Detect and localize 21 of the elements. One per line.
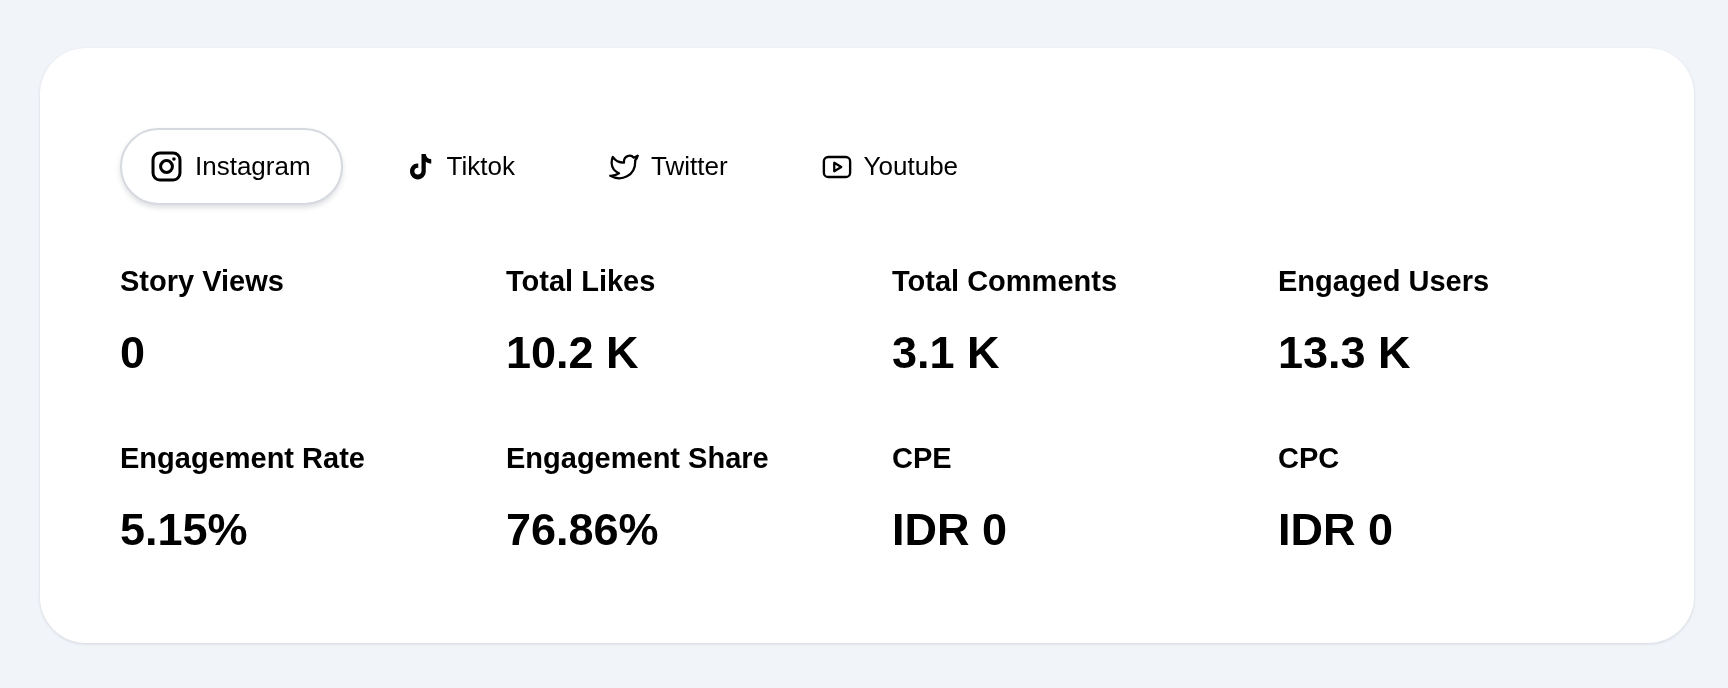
platform-tab[interactable]: Youtube: [791, 128, 991, 205]
metric-value: 10.2 K: [506, 327, 640, 379]
metric-value: 13.3 K: [1278, 327, 1412, 379]
metric-label: Engagement Share: [506, 441, 770, 475]
metric-label: Engaged Users: [1278, 264, 1491, 298]
platform-tab[interactable]: Instagram: [120, 128, 343, 205]
metric-label: Total Comments: [892, 264, 1119, 298]
camera-icon: [150, 150, 183, 183]
metric-label: Story Views: [120, 264, 285, 298]
metric-label: CPE: [892, 441, 953, 475]
platform-tab[interactable]: Tiktok: [374, 128, 547, 205]
metric-value: 76.86%: [506, 504, 660, 556]
metric-value: 5.15%: [120, 504, 249, 556]
metric-label: Total Likes: [506, 264, 657, 298]
metric-value: IDR 0: [892, 504, 1009, 556]
metric-label: CPC: [1278, 441, 1341, 475]
metric-value: IDR 0: [1278, 504, 1395, 556]
metric-value: 0: [120, 327, 147, 379]
metric-value: 3.1 K: [892, 327, 1001, 379]
metric-label: Engagement Rate: [120, 441, 366, 475]
platform-tab[interactable]: Twitter: [579, 128, 760, 205]
